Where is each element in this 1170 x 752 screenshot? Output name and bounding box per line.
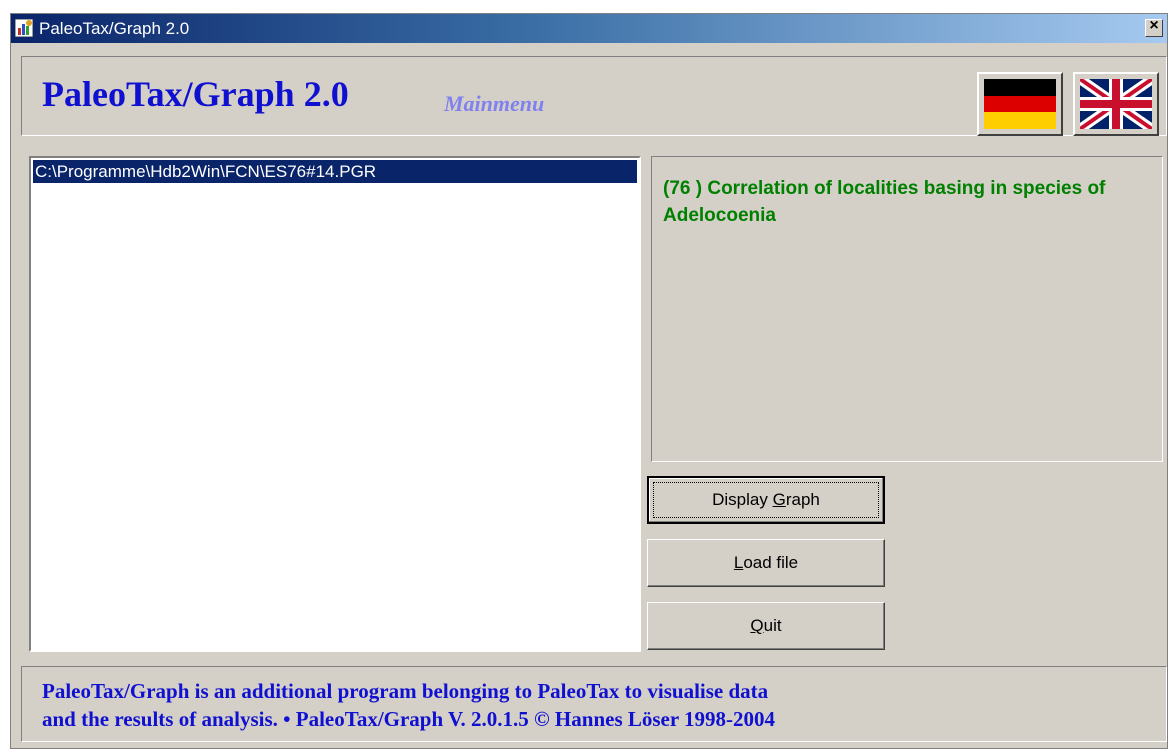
app-icon [15, 19, 33, 37]
english-flag-button[interactable] [1073, 72, 1159, 136]
header-panel: PaleoTax/Graph 2.0 Mainmenu [21, 56, 1167, 136]
main-window: PaleoTax/Graph 2.0 × PaleoTax/Graph 2.0 … [10, 13, 1168, 749]
close-icon: × [1149, 17, 1159, 34]
window-title: PaleoTax/Graph 2.0 [39, 19, 190, 38]
quit-button[interactable]: Quit [647, 602, 885, 650]
footer-line-1: PaleoTax/Graph is an additional program … [42, 679, 769, 703]
quit-label: Quit [750, 616, 782, 635]
file-listbox[interactable]: C:\Programme\Hdb2Win\FCN\ES76#14.PGR [29, 156, 641, 652]
load-file-button[interactable]: Load file [647, 539, 885, 587]
uk-flag-icon [1080, 79, 1152, 129]
close-button[interactable]: × [1145, 17, 1163, 37]
footer-panel: PaleoTax/Graph is an additional program … [21, 666, 1167, 742]
title-bar[interactable]: PaleoTax/Graph 2.0 × [11, 14, 1167, 43]
german-flag-button[interactable] [977, 72, 1063, 136]
display-graph-button[interactable]: Display Graph [647, 476, 885, 524]
app-title: PaleoTax/Graph 2.0 [42, 74, 349, 114]
menu-subtitle: Mainmenu [444, 91, 545, 116]
graph-description: (76 ) Correlation of localities basing i… [663, 178, 1106, 226]
load-file-label: Load file [733, 553, 799, 572]
description-panel: (76 ) Correlation of localities basing i… [651, 156, 1163, 462]
list-item-selected[interactable]: C:\Programme\Hdb2Win\FCN\ES76#14.PGR [33, 160, 637, 183]
footer-line-2: and the results of analysis. • PaleoTax/… [42, 707, 776, 731]
german-flag-icon [984, 79, 1056, 129]
display-graph-label: Display Graph [712, 490, 820, 509]
